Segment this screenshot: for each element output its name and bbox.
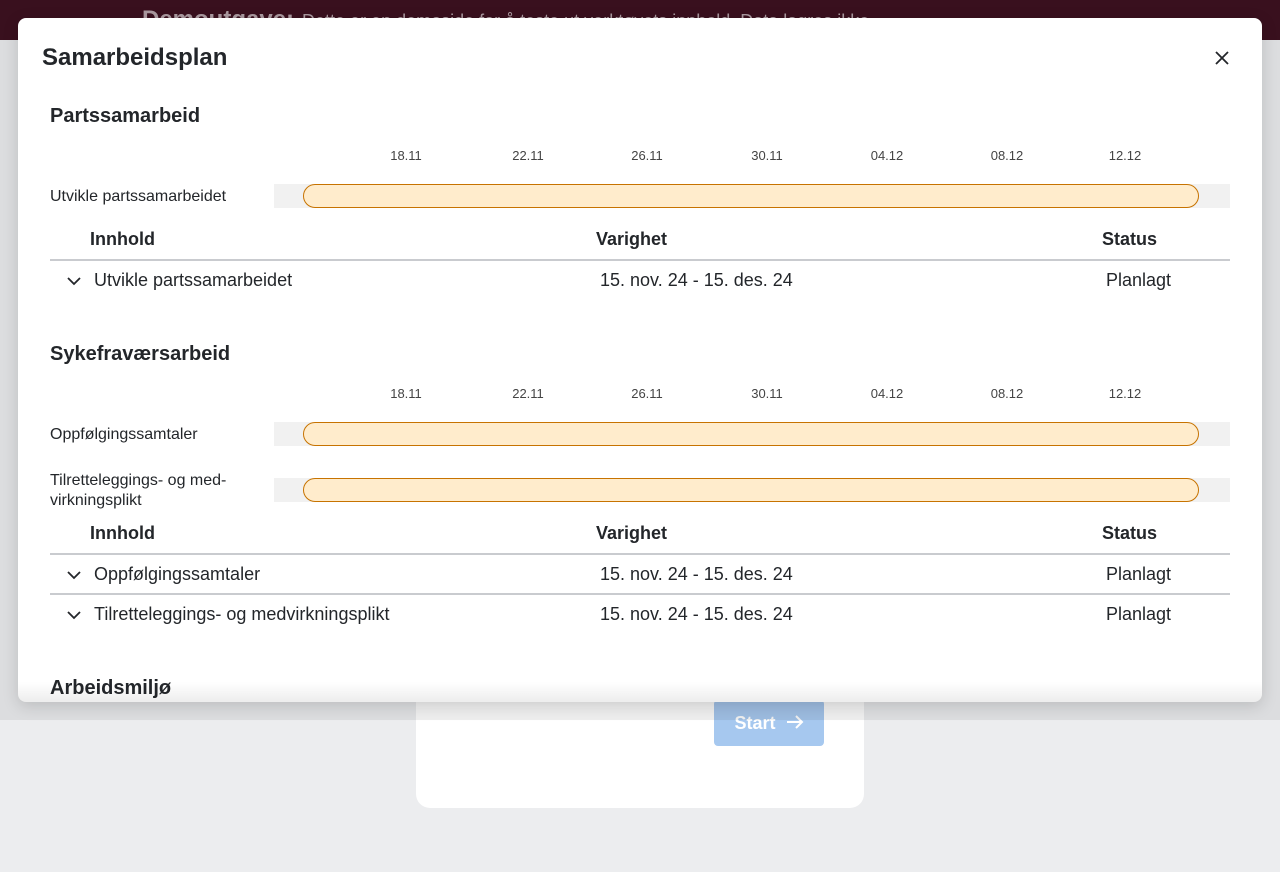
timeline-tick-label: 08.12 <box>990 386 1024 401</box>
timeline-tick-label: 30.11 <box>751 148 783 163</box>
timeline-tick-label: 04.12 <box>870 148 904 163</box>
gantt-row-label: Utvikle partssamarbeidet <box>50 188 227 205</box>
item-name: Tilretteleggings- og medvirkningsplikt <box>94 604 390 624</box>
gantt-row: Utvikle partssamarbeidet <box>50 176 1230 232</box>
item-status: Planlagt <box>1106 604 1172 624</box>
table-row[interactable]: Tilretteleggings- og medvirkningsplikt 15… <box>50 594 1230 634</box>
item-status: Planlagt <box>1102 554 1230 595</box>
section-title: Sykefraværsarbeid <box>50 343 231 365</box>
item-name-cell[interactable]: Utvikle partssamarbeidet <box>50 260 596 300</box>
item-name-cell[interactable]: Oppfølgingssamtaler <box>50 554 596 595</box>
section-title: Partssamarbeid <box>50 105 201 127</box>
item-name: Oppfølgingssamtaler <box>94 563 261 584</box>
gantt-bar[interactable] <box>303 478 1199 502</box>
item-duration: 15. nov. 24 - 15. des. 24 <box>596 554 1102 595</box>
gantt-track <box>274 422 1230 446</box>
chevron-down-icon[interactable] <box>66 567 82 583</box>
item-duration: 15. nov. 24 - 15. des. 24 <box>600 270 793 290</box>
item-name-cell[interactable]: Tilretteleggings- og medvirkningsplikt <box>50 594 596 634</box>
gantt-row-label: Tilretteleggings- og med-virkningsplikt <box>50 472 227 509</box>
chevron-down-icon[interactable] <box>66 273 82 289</box>
timeline-tick-label: 22.11 <box>512 386 544 401</box>
table-row[interactable]: Utvikle partssamarbeidet 15. nov. 24 - 15… <box>50 260 1230 300</box>
section: Sykefraværsarbeid 18.11 22.11 26.11 30.11 04.… <box>50 340 1230 634</box>
chevron-down-icon[interactable] <box>66 607 82 623</box>
gantt-row: Tilretteleggings- og med-virkningsplikt <box>50 470 1230 526</box>
gantt-bar[interactable] <box>303 184 1199 208</box>
timeline-tick-label: 18.11 <box>390 386 422 401</box>
timeline-tick-label: 22.11 <box>512 148 544 163</box>
modal-body[interactable]: Partssamarbeid 18.11 22.11 26.11 30.11 04.12 0… <box>50 102 1230 702</box>
gantt-track <box>274 184 1230 208</box>
timeline-tick-label: 26.11 <box>631 386 663 401</box>
timeline-ticks: 18.11 22.11 26.11 30.11 04.12 08.12 12.12 <box>50 386 1230 408</box>
cooperation-plan-modal: Samarbeidsplan Partssamarbeid 18.11 22.11 2… <box>18 18 1262 702</box>
item-name: Utvikle partssamarbeidet <box>94 270 293 290</box>
gantt-row: Oppfølgingssamtaler <box>50 414 1230 470</box>
section: Partssamarbeid 18.11 22.11 26.11 30.11 04.12 0… <box>50 102 1230 300</box>
scroll-shadow <box>18 682 1262 702</box>
items-table: Innhold Varighet Status Utvikle partssamarb… <box>50 220 1230 300</box>
items-table: Innhold Varighet Status Oppfølgingssamtaler… <box>50 514 1230 634</box>
timeline-tick-label: 12.12 <box>1108 148 1142 163</box>
timeline-tick-label: 08.12 <box>990 148 1024 163</box>
timeline-tick-label: 18.11 <box>390 148 422 163</box>
table-row[interactable]: Oppfølgingssamtaler 15. nov. 24 - 15. des… <box>50 554 1230 595</box>
timeline-ticks: 18.11 22.11 26.11 30.11 04.12 08.12 12.12 <box>50 148 1230 170</box>
timeline-tick-label: 04.12 <box>870 386 904 401</box>
item-status: Planlagt <box>1106 270 1172 290</box>
gantt-track <box>274 478 1230 502</box>
timeline-tick-label: 12.12 <box>1108 386 1142 401</box>
close-button[interactable] <box>1208 44 1236 72</box>
timeline-tick-label: 30.11 <box>751 386 783 401</box>
gantt-bar[interactable] <box>303 422 1199 446</box>
timeline-tick-label: 26.11 <box>631 148 663 163</box>
item-duration: 15. nov. 24 - 15. des. 24 <box>600 604 793 624</box>
gantt-row-label: Oppfølgingssamtaler <box>50 426 198 443</box>
close-icon <box>1215 51 1229 65</box>
modal-title: Samarbeidsplan <box>42 44 228 71</box>
